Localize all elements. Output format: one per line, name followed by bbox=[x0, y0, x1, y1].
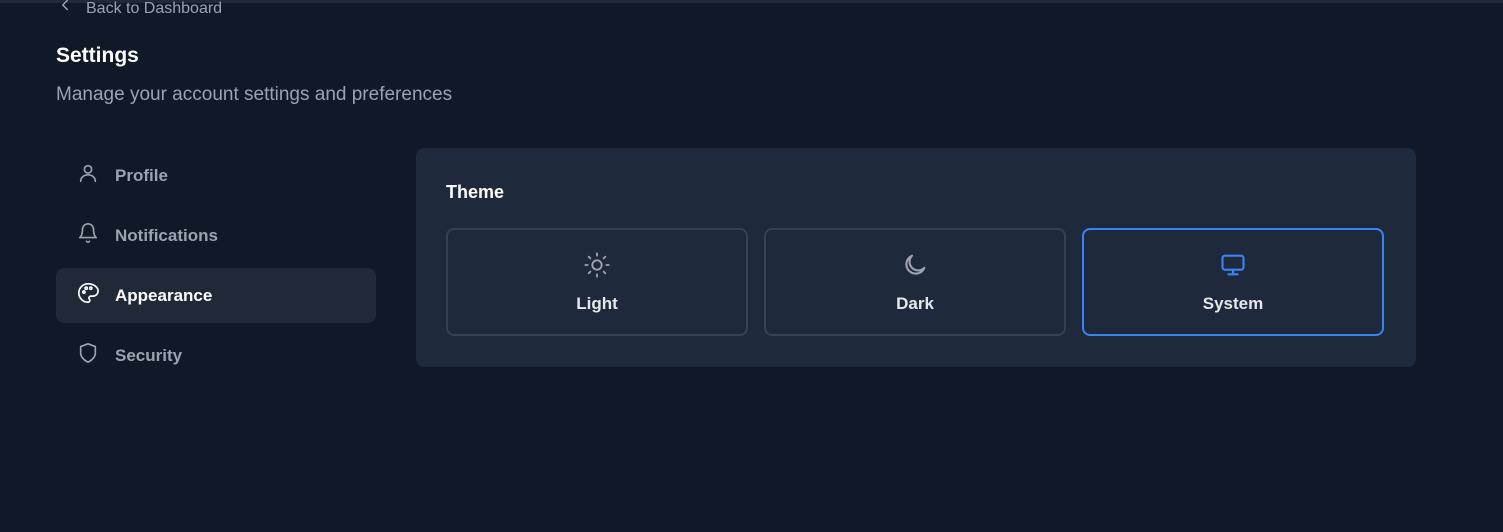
settings-sidebar: Profile Notifications Appearance Securit… bbox=[56, 148, 376, 388]
sidebar-item-notifications[interactable]: Notifications bbox=[56, 208, 376, 263]
sidebar-item-security[interactable]: Security bbox=[56, 328, 376, 383]
bell-icon bbox=[77, 222, 99, 249]
theme-option-label: System bbox=[1202, 293, 1264, 313]
moon-icon bbox=[901, 251, 929, 284]
theme-option-system[interactable]: System bbox=[1082, 228, 1384, 336]
theme-panel: Theme Light Dark System bbox=[416, 148, 1416, 367]
theme-option-label: Light bbox=[576, 293, 618, 313]
theme-option-light[interactable]: Light bbox=[446, 228, 748, 336]
theme-options: Light Dark System bbox=[446, 228, 1384, 336]
theme-option-dark[interactable]: Dark bbox=[764, 228, 1066, 336]
top-border bbox=[0, 0, 1503, 3]
shield-icon bbox=[77, 342, 99, 369]
back-link-label: Back to Dashboard bbox=[86, 0, 223, 17]
sidebar-item-label: Profile bbox=[115, 165, 168, 185]
user-icon bbox=[77, 162, 99, 189]
sun-icon bbox=[583, 251, 611, 284]
sidebar-item-profile[interactable]: Profile bbox=[56, 148, 376, 203]
sidebar-item-label: Notifications bbox=[115, 225, 218, 245]
monitor-icon bbox=[1219, 251, 1247, 284]
page-title: Settings bbox=[56, 44, 139, 67]
back-to-dashboard-link[interactable]: Back to Dashboard bbox=[56, 0, 222, 21]
sidebar-item-appearance[interactable]: Appearance bbox=[56, 268, 376, 323]
sidebar-item-label: Security bbox=[115, 345, 183, 365]
sidebar-item-label: Appearance bbox=[115, 285, 213, 305]
theme-title: Theme bbox=[446, 182, 505, 202]
palette-icon bbox=[77, 282, 99, 309]
theme-option-label: Dark bbox=[896, 293, 934, 313]
page-subtitle: Manage your account settings and prefere… bbox=[56, 84, 453, 105]
chevron-left-icon bbox=[56, 0, 74, 21]
